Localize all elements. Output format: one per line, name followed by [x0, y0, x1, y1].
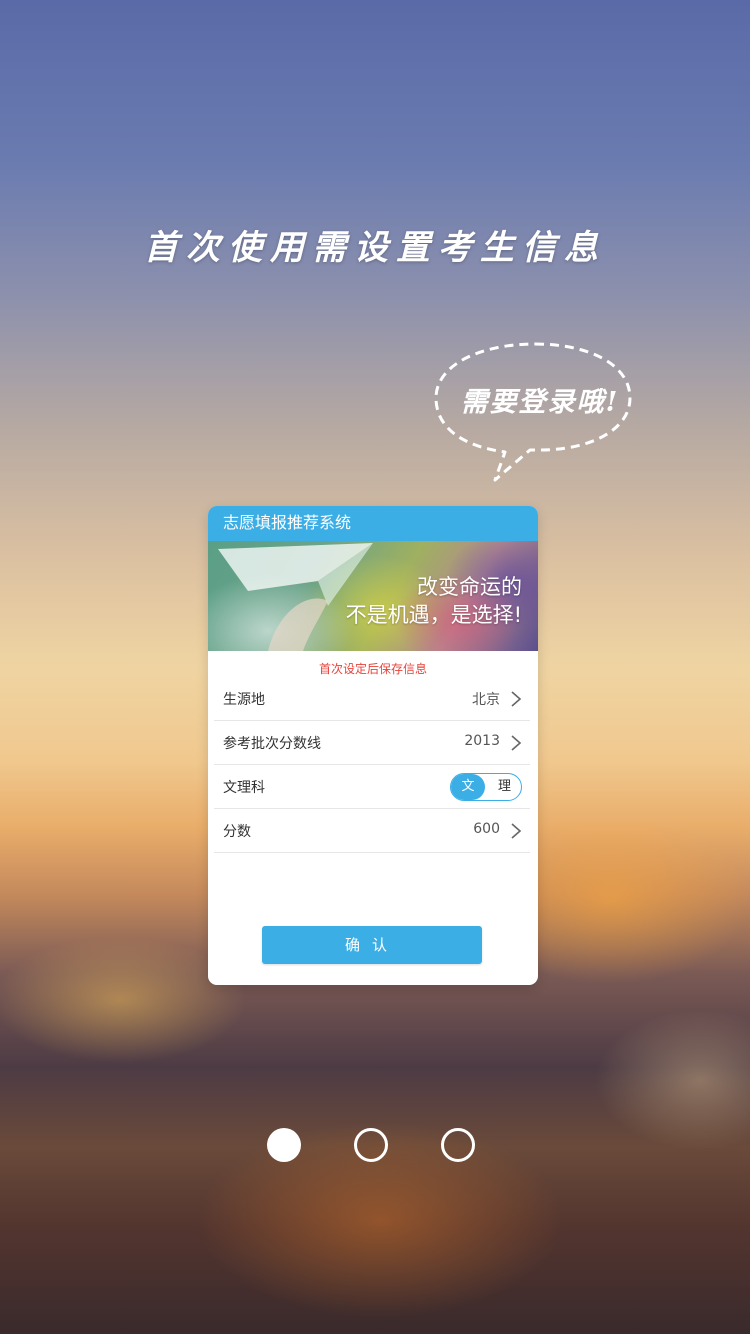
batch-label: 参考批次分数线 — [223, 736, 321, 752]
batch-row[interactable]: 参考批次分数线 2013 — [214, 721, 530, 765]
card-title: 志愿填报推荐系统 — [208, 506, 538, 541]
score-label: 分数 — [223, 824, 251, 840]
save-notice: 首次设定后保存信息 — [318, 662, 427, 676]
bubble-text: 需要登录哦! — [460, 387, 620, 418]
subject-row: 文理科 文 理 — [214, 765, 530, 809]
origin-row[interactable]: 生源地 北京 — [214, 677, 530, 721]
chevron-right-icon — [511, 691, 522, 707]
toggle-option-science[interactable]: 理 — [498, 774, 511, 800]
page-dot-3[interactable] — [441, 1128, 475, 1162]
batch-value: 2013 — [464, 733, 500, 749]
origin-label: 生源地 — [223, 692, 265, 708]
page-dot-1[interactable] — [267, 1128, 301, 1162]
confirm-button[interactable]: 确认 — [262, 926, 482, 964]
toggle-option-arts[interactable]: 文 — [451, 774, 485, 800]
page-indicator — [0, 1128, 750, 1168]
subject-toggle[interactable]: 文 理 — [450, 773, 522, 801]
chevron-right-icon — [511, 823, 522, 839]
chevron-right-icon — [511, 735, 522, 751]
banner-line-2: 不是机遇，是选择! — [345, 603, 522, 627]
banner-line-1: 改变命运的 — [417, 575, 522, 599]
banner-image: 改变命运的 不是机遇，是选择! — [208, 541, 538, 651]
origin-value: 北京 — [472, 692, 500, 708]
speech-bubble: 需要登录哦! — [430, 340, 640, 485]
subject-label: 文理科 — [223, 780, 265, 796]
score-row[interactable]: 分数 600 — [214, 809, 530, 853]
onboarding-headline: 首次使用需设置考生信息 — [144, 228, 606, 268]
score-value: 600 — [473, 821, 500, 837]
page-dot-2[interactable] — [354, 1128, 388, 1162]
setup-card: 志愿填报推荐系统 改变命运的 不是机遇，是选择! 首次设定后保存信息 生源地 北… — [208, 506, 538, 985]
